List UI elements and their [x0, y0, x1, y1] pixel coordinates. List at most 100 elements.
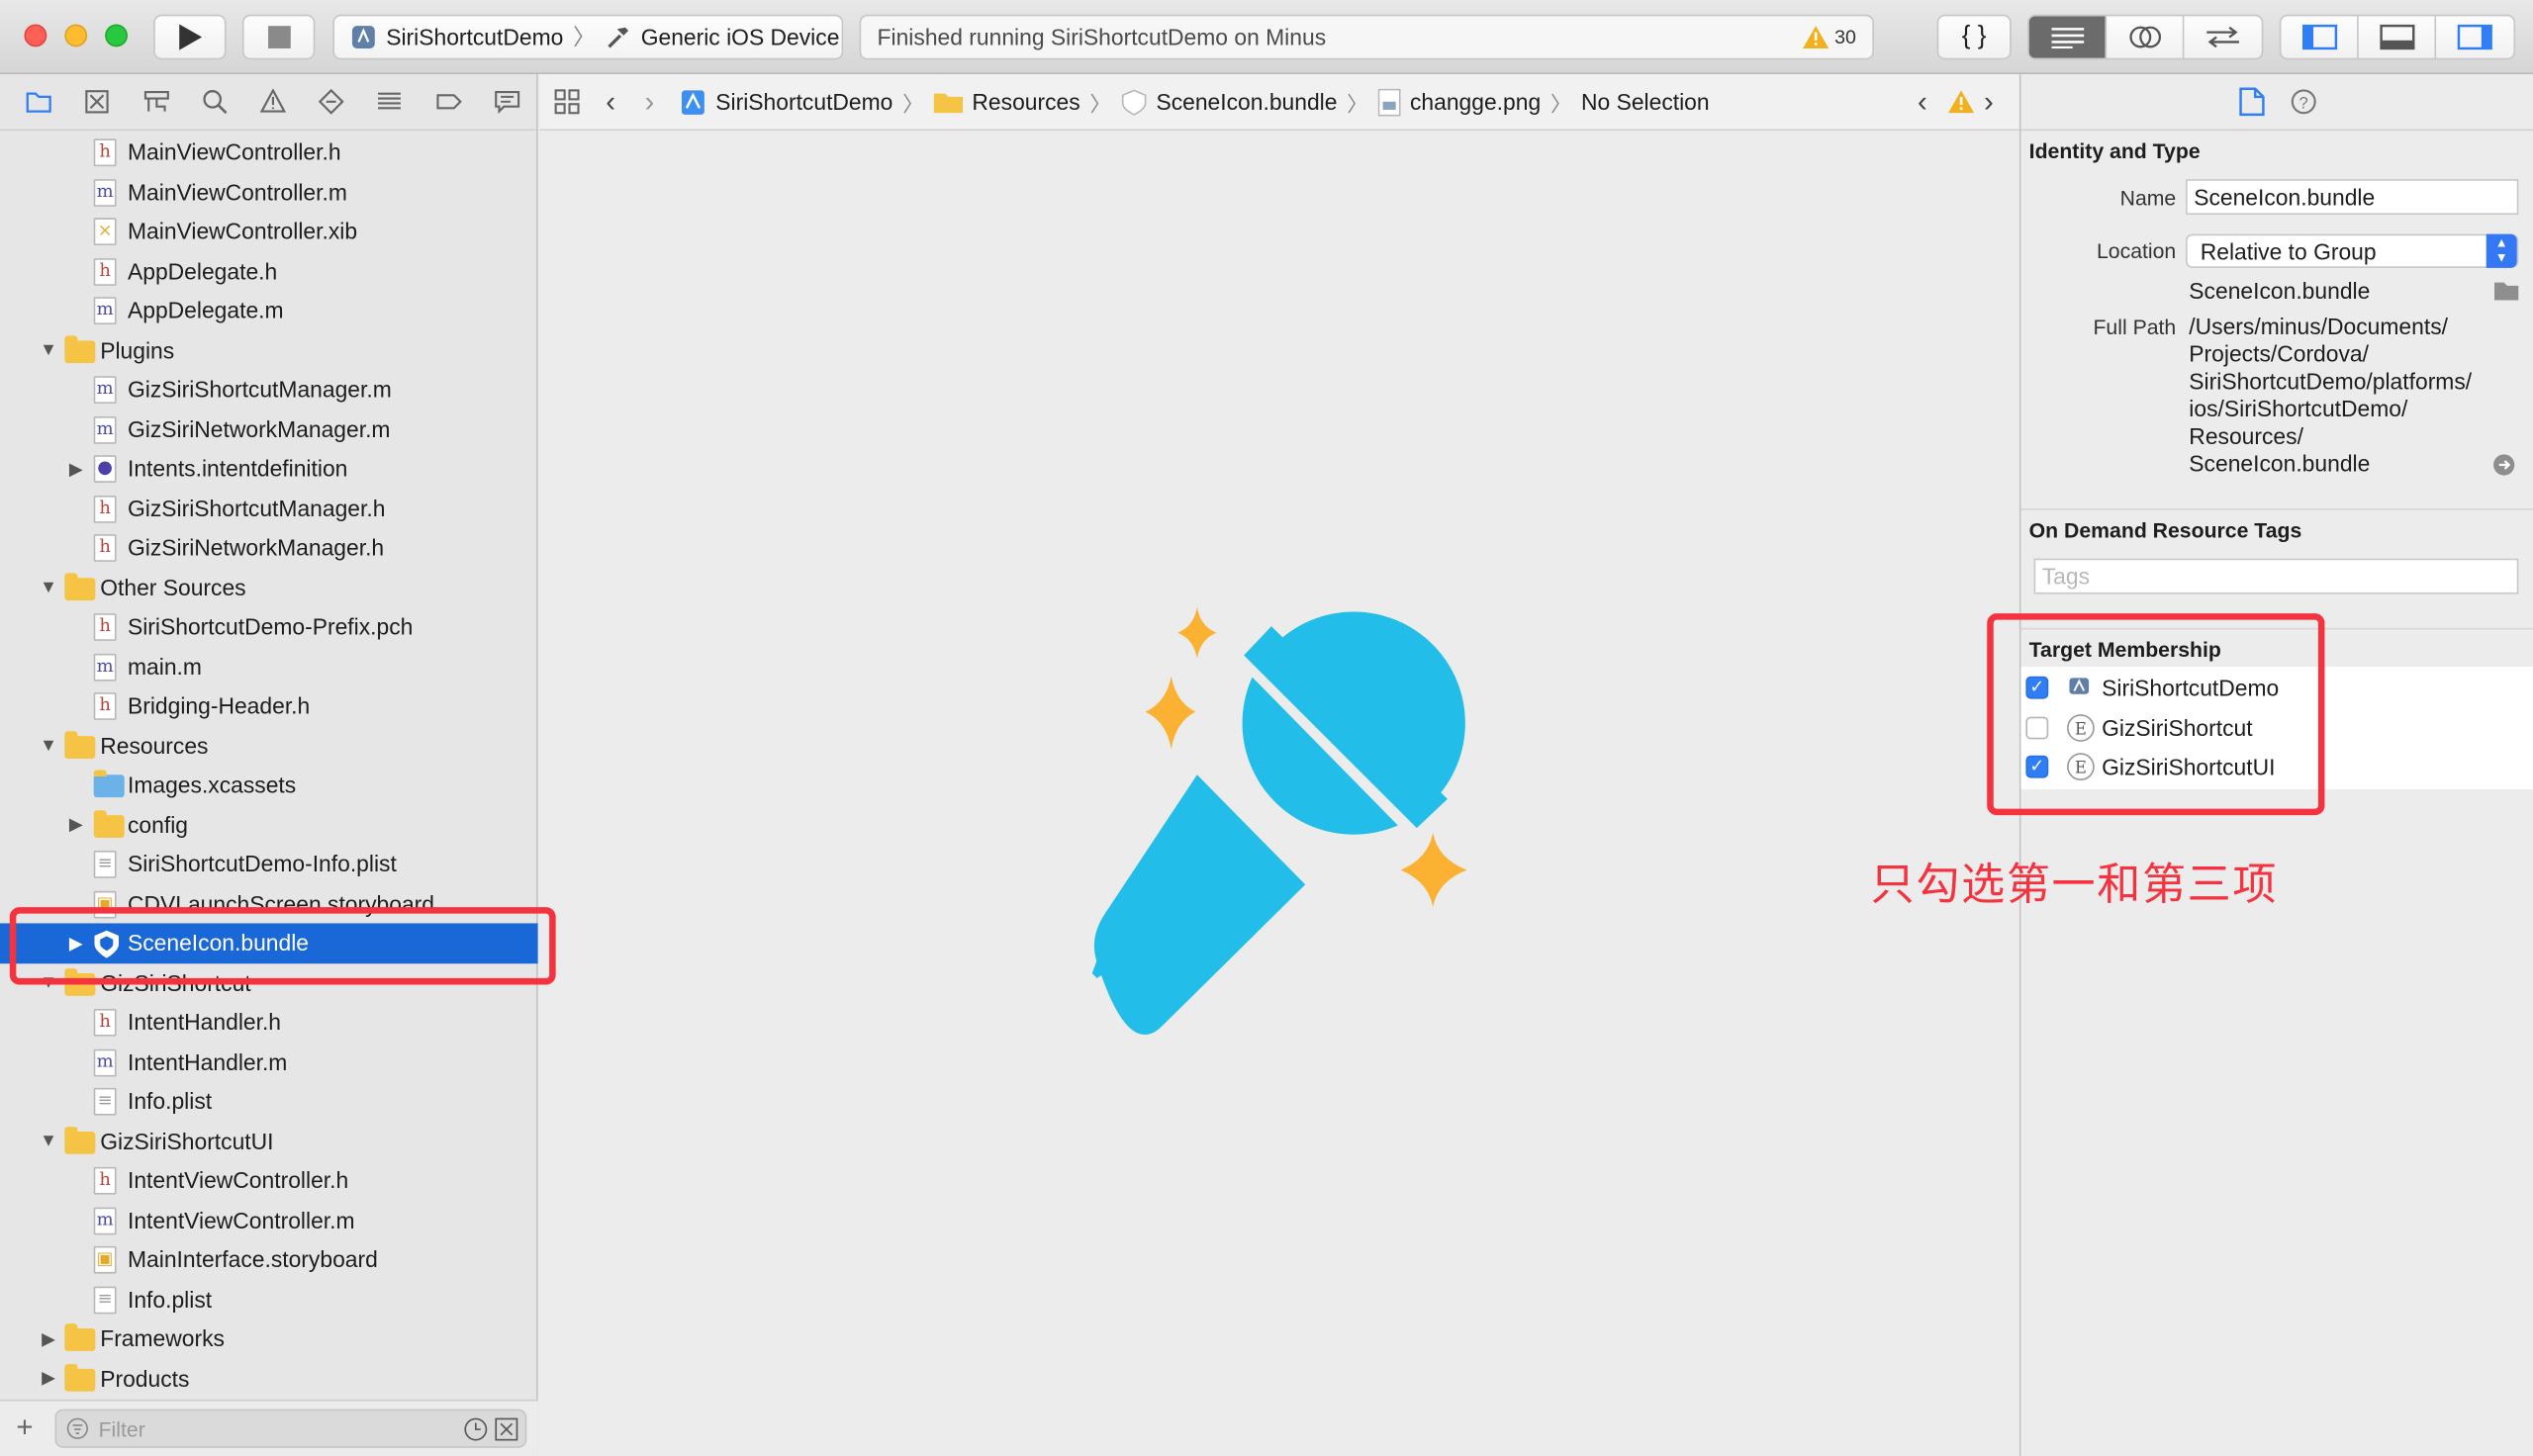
issue-icon	[259, 88, 286, 113]
tree-item-label: AppDelegate.h	[127, 257, 278, 284]
name-field[interactable]: SceneIcon.bundle	[2186, 179, 2519, 216]
disclosure-expanded-icon[interactable]: ▼	[39, 578, 58, 597]
previous-issue-icon[interactable]: ‹	[1918, 85, 1927, 119]
search-icon	[203, 90, 228, 115]
location-popup[interactable]: Relative to Group ▲ ▼	[2186, 233, 2519, 268]
standard-editor-button[interactable]	[2028, 16, 2108, 58]
scheme-selector[interactable]: SiriShortcutDemo 〉 Generic iOS Device	[332, 14, 844, 60]
group-row[interactable]: ▶ config	[0, 805, 538, 845]
file-row[interactable]: m IntentViewController.m	[0, 1200, 538, 1239]
file-row[interactable]: h SiriShortcutDemo-Prefix.pch	[0, 607, 538, 647]
navigator-tab[interactable]	[478, 73, 536, 130]
panel-toggle-segment	[2279, 14, 2516, 60]
file-row[interactable]: h IntentViewController.h	[0, 1160, 538, 1200]
file-row[interactable]: h Bridging-Header.h	[0, 686, 538, 726]
xib-file-icon: ×	[93, 218, 117, 246]
file-row[interactable]: ▶ ● Intents.intentdefinition	[0, 449, 538, 489]
file-row[interactable]: m main.m	[0, 647, 538, 686]
crumb-bundle[interactable]: SceneIcon.bundle	[1121, 88, 1337, 116]
filter-field[interactable]: Filter	[54, 1409, 527, 1448]
add-icon[interactable]: +	[16, 1410, 33, 1444]
file-row[interactable]: h MainViewController.h	[0, 133, 538, 172]
forward-icon[interactable]: ›	[644, 85, 654, 119]
navigator-tab[interactable]	[10, 73, 68, 130]
disclosure-expanded-icon[interactable]: ▼	[39, 736, 58, 756]
assistant-editor-button[interactable]	[2107, 16, 2185, 58]
toggle-inspector-button[interactable]	[2436, 16, 2513, 57]
toggle-navigator-button[interactable]	[2281, 16, 2359, 58]
right-panel-icon	[2457, 24, 2492, 50]
reveal-folder-icon[interactable]	[2493, 281, 2519, 301]
folder-icon	[64, 572, 96, 600]
crumb-group[interactable]: Resources	[933, 89, 1080, 115]
version-editor-button[interactable]	[2184, 16, 2261, 57]
file-row[interactable]: ≡ Info.plist	[0, 1279, 538, 1319]
disclosure-collapsed-icon[interactable]: ▶	[66, 814, 86, 836]
file-row[interactable]: m IntentHandler.m	[0, 1042, 538, 1081]
tree-item-label: config	[127, 811, 188, 838]
next-issue-icon[interactable]: ›	[1984, 85, 1994, 119]
group-row[interactable]: ▼ Other Sources	[0, 568, 538, 607]
toggle-debug-area-button[interactable]	[2359, 16, 2437, 58]
location-value: Relative to Group	[2200, 237, 2377, 264]
asset-catalog-icon	[93, 770, 125, 798]
disclosure-expanded-icon[interactable]: ▼	[39, 340, 58, 360]
file-row[interactable]: ≡ SiriShortcutDemo-Info.plist	[0, 844, 538, 883]
file-row[interactable]: Images.xcassets	[0, 766, 538, 805]
plist-file-icon: ≡	[93, 1285, 117, 1314]
file-row[interactable]: m GizSiriShortcutManager.m	[0, 370, 538, 410]
crumb-project[interactable]: SiriShortcutDemo	[680, 88, 892, 116]
folder-icon	[93, 809, 125, 838]
navigator-tab[interactable]	[420, 73, 478, 130]
close-window-button[interactable]	[24, 24, 47, 47]
disclosure-collapsed-icon[interactable]: ▶	[39, 1368, 58, 1389]
group-row[interactable]: ▼ Plugins	[0, 330, 538, 370]
related-items-icon[interactable]	[554, 89, 580, 115]
file-row[interactable]: m AppDelegate.m	[0, 291, 538, 330]
braces-icon: { }	[1961, 22, 1987, 50]
zoom-window-button[interactable]	[105, 24, 128, 47]
file-row[interactable]: ▣ MainInterface.storyboard	[0, 1239, 538, 1279]
tree-item-label: GizSiriNetworkManager.m	[127, 415, 391, 442]
run-button[interactable]	[153, 14, 227, 60]
filter-placeholder: Filter	[98, 1415, 145, 1441]
navigator-tab[interactable]	[185, 73, 243, 130]
warning-indicator[interactable]: 30	[1802, 26, 1856, 48]
navigator-tab[interactable]	[361, 73, 420, 130]
identity-section-title: Identity and Type	[2028, 138, 2201, 163]
scm-filter-icon[interactable]	[495, 1416, 518, 1440]
back-icon[interactable]: ‹	[606, 85, 615, 119]
group-row[interactable]: ▶ Frameworks	[0, 1319, 538, 1358]
navigator-tab[interactable]	[127, 73, 185, 130]
path-line: SiriShortcutDemo/platforms/	[2189, 368, 2473, 395]
clock-icon[interactable]	[464, 1416, 488, 1440]
group-row[interactable]: ▶ Products	[0, 1358, 538, 1398]
file-row[interactable]: m GizSiriNetworkManager.m	[0, 410, 538, 449]
crumb-selection[interactable]: No Selection	[1581, 89, 1710, 115]
file-row[interactable]: h GizSiriShortcutManager.h	[0, 489, 538, 528]
stop-button[interactable]	[241, 14, 316, 60]
navigator-tab[interactable]	[302, 73, 360, 130]
disclosure-collapsed-icon[interactable]: ▶	[39, 1328, 58, 1349]
reveal-arrow-icon[interactable]	[2492, 454, 2515, 477]
warning-icon[interactable]	[1948, 90, 1975, 114]
navigator-tab[interactable]	[68, 73, 127, 130]
file-inspector-icon[interactable]	[2238, 87, 2264, 117]
crumb-file[interactable]: changge.png	[1377, 87, 1541, 116]
file-row[interactable]: ≡ Info.plist	[0, 1081, 538, 1121]
file-row[interactable]: h GizSiriNetworkManager.h	[0, 528, 538, 568]
file-row[interactable]: m MainViewController.m	[0, 172, 538, 212]
group-row[interactable]: ▼ GizSiriShortcutUI	[0, 1121, 538, 1160]
tags-field[interactable]: Tags	[2033, 558, 2519, 594]
minimize-window-button[interactable]	[64, 24, 88, 47]
tree-item-label: Plugins	[100, 336, 175, 363]
navigator-tab[interactable]	[243, 73, 302, 130]
disclosure-collapsed-icon[interactable]: ▶	[66, 458, 86, 480]
quick-help-icon[interactable]: ?	[2290, 89, 2315, 115]
file-row[interactable]: h IntentHandler.h	[0, 1002, 538, 1042]
file-row[interactable]: h AppDelegate.h	[0, 251, 538, 291]
file-row[interactable]: × MainViewController.xib	[0, 212, 538, 251]
group-row[interactable]: ▼ Resources	[0, 726, 538, 766]
library-button[interactable]: { }	[1936, 14, 2012, 60]
disclosure-expanded-icon[interactable]: ▼	[39, 1132, 58, 1151]
